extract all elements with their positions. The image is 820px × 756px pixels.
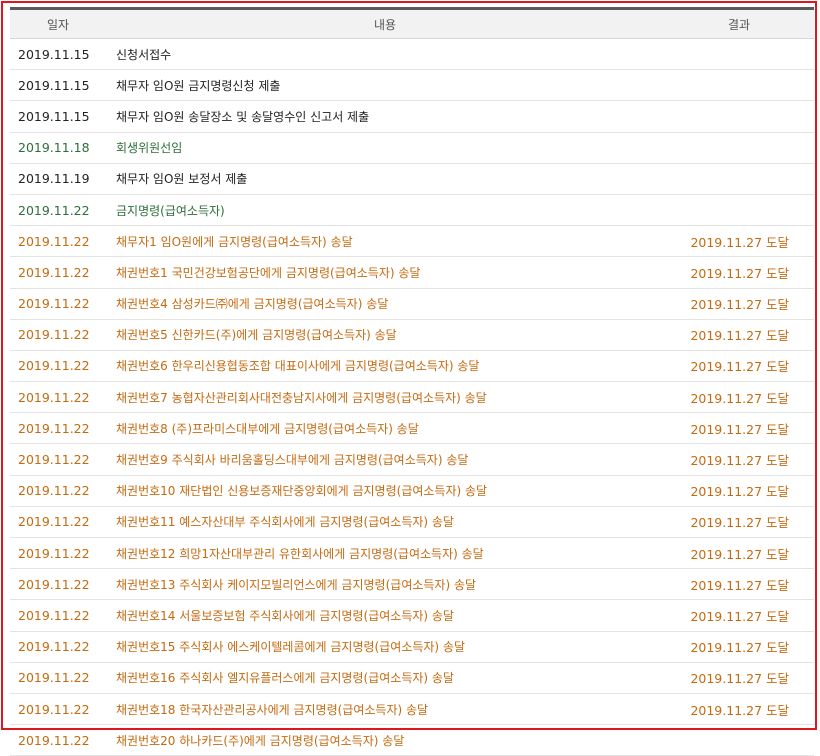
row-result: 2019.11.27 도달 xyxy=(690,640,789,656)
row-date: 2019.11.22 xyxy=(18,296,90,312)
table-row: 2019.11.22 채권번호5 신한카드(주)에게 금지명령(급여소득자) 송달… xyxy=(10,320,814,351)
row-content: 채권번호11 예스자산대부 주식회사에게 금지명령(급여소득자) 송달 xyxy=(116,515,454,530)
row-result: 2019.11.27 도달 xyxy=(690,702,789,718)
row-date: 2019.11.18 xyxy=(18,140,90,156)
table-row: 2019.11.22 채권번호16 주식회사 엘지유플러스에게 금지명령(급여소득… xyxy=(10,663,814,694)
row-date: 2019.11.22 xyxy=(18,327,90,343)
table-row: 2019.11.15 채무자 임O원 금지명령신청 제출 xyxy=(10,70,814,102)
row-content: 채권번호9 주식회사 바리움홀딩스대부에게 금지명령(급여소득자) 송달 xyxy=(116,453,469,468)
table-row: 2019.11.22 채권번호11 예스자산대부 주식회사에게 금지명령(급여소득… xyxy=(10,507,814,538)
row-result: 2019.11.27 도달 xyxy=(690,484,789,500)
row-content: 금지명령(급여소득자) xyxy=(116,203,225,218)
row-content: 채권번호12 희망1자산대부관리 유한회사에게 금지명령(급여소득자) 송달 xyxy=(116,546,484,561)
row-date: 2019.11.22 xyxy=(18,607,90,623)
table-row: 2019.11.15 신청서접수 xyxy=(10,39,814,71)
table-row: 2019.11.22 채권번호20 하나카드(주)에게 금지명령(급여소득자) 송… xyxy=(10,725,814,756)
row-content: 채권번호14 서울보증보험 주식회사에게 금지명령(급여소득자) 송달 xyxy=(116,608,454,623)
table-row: 2019.11.22 금지명령(급여소득자) xyxy=(10,195,814,227)
table-row: 2019.11.22 채권번호12 희망1자산대부관리 유한회사에게 금지명령(급… xyxy=(10,538,814,570)
table-row: 2019.11.22 채권번호6 한우리신용협동조합 대표이사에게 금지명령(급여… xyxy=(10,351,814,383)
row-result: 2019.11.27 도달 xyxy=(690,234,789,250)
row-content: 채무자 임O원 금지명령신청 제출 xyxy=(116,78,281,93)
row-content: 채권번호15 주식회사 에스케이텔레콤에게 금지명령(급여소득자) 송달 xyxy=(116,640,466,655)
table-row: 2019.11.22 채권번호9 주식회사 바리움홀딩스대부에게 금지명령(급여소… xyxy=(10,444,814,476)
row-content: 채권번호8 (주)프라미스대부에게 금지명령(급여소득자) 송달 xyxy=(116,421,419,436)
row-date: 2019.11.22 xyxy=(18,420,90,436)
table-row: 2019.11.22 채무자1 임O원에게 금지명령(급여소득자) 송달 2019.… xyxy=(10,226,814,258)
row-date: 2019.11.22 xyxy=(18,670,90,686)
row-content: 채무자 임O원 송달장소 및 송달영수인 신고서 제출 xyxy=(116,109,370,124)
row-content: 채권번호20 하나카드(주)에게 금지명령(급여소득자) 송달 xyxy=(116,733,405,748)
row-content: 채권번호16 주식회사 엘지유플러스에게 금지명령(급여소득자) 송달 xyxy=(116,671,454,686)
table-row: 2019.11.18 회생위원선임 xyxy=(10,133,814,164)
row-result: 2019.11.27 도달 xyxy=(690,515,789,531)
row-content: 채무자1 임O원에게 금지명령(급여소득자) 송달 xyxy=(116,234,353,249)
row-content: 채권번호1 국민건강보험공단에게 금지명령(급여소득자) 송달 xyxy=(116,265,421,280)
row-content: 채권번호7 농협자산관리회사대전충남지사에게 금지명령(급여소득자) 송달 xyxy=(116,390,487,405)
table-row: 2019.11.22 채권번호1 국민건강보험공단에게 금지명령(급여소득자) 송… xyxy=(10,257,814,289)
table-row: 2019.11.15 채무자 임O원 송달장소 및 송달영수인 신고서 제출 xyxy=(10,101,814,133)
row-date: 2019.11.15 xyxy=(18,46,90,62)
row-date: 2019.11.22 xyxy=(18,358,90,374)
row-date: 2019.11.19 xyxy=(18,171,90,187)
table-row: 2019.11.22 채권번호15 주식회사 에스케이텔레콤에게 금지명령(급여소… xyxy=(10,632,814,663)
row-result: 2019.11.27 도달 xyxy=(690,265,789,281)
row-date: 2019.11.22 xyxy=(18,732,90,748)
row-date: 2019.11.22 xyxy=(18,639,90,655)
row-result: 2019.11.27 도달 xyxy=(690,546,789,562)
table-row: 2019.11.22 채권번호10 재단법인 신용보증재단중앙회에게 금지명령(급… xyxy=(10,476,814,507)
row-result: 2019.11.27 도달 xyxy=(690,328,789,344)
row-content: 회생위원선임 xyxy=(116,141,183,156)
row-date: 2019.11.22 xyxy=(18,389,90,405)
row-result: 2019.11.27 도달 xyxy=(690,297,789,313)
row-result: 2019.11.27 도달 xyxy=(690,577,789,593)
row-content: 신청서접수 xyxy=(116,47,172,62)
row-result: 2019.11.27 도달 xyxy=(690,421,789,437)
row-result: 2019.11.27 도달 xyxy=(690,671,789,687)
table-row: 2019.11.22 채권번호14 서울보증보험 주식회사에게 금지명령(급여소득… xyxy=(10,600,814,632)
row-content: 채권번호13 주식회사 케이지모빌리언스에게 금지명령(급여소득자) 송달 xyxy=(116,577,477,592)
highlight-frame: 일자 내용 결과 2019.11.15 신청서접수 2019.11.15 채무자 임O… xyxy=(1,1,817,756)
row-date: 2019.11.22 xyxy=(18,233,90,249)
header-date: 일자 xyxy=(46,17,70,32)
row-date: 2019.11.22 xyxy=(18,264,90,280)
table-header: 일자 내용 결과 xyxy=(10,10,814,39)
row-result: 2019.11.27 도달 xyxy=(690,359,789,375)
row-date: 2019.11.22 xyxy=(18,452,90,468)
case-history-table: 일자 내용 결과 2019.11.15 신청서접수 2019.11.15 채무자 임O… xyxy=(10,7,814,756)
header-content: 내용 xyxy=(373,17,397,32)
row-content: 채권번호18 한국자산관리공사에게 금지명령(급여소득자) 송달 xyxy=(116,702,429,717)
row-result: 2019.11.27 도달 xyxy=(690,453,789,469)
row-date: 2019.11.22 xyxy=(18,483,90,499)
row-content: 채권번호6 한우리신용협동조합 대표이사에게 금지명령(급여소득자) 송달 xyxy=(116,359,480,374)
row-result: 2019.11.27 도달 xyxy=(690,390,789,406)
row-date: 2019.11.15 xyxy=(18,108,90,124)
table-row: 2019.11.22 채권번호7 농협자산관리회사대전충남지사에게 금지명령(급여… xyxy=(10,382,814,414)
table-row: 2019.11.19 채무자 임O원 보정서 제출 xyxy=(10,164,814,195)
row-content: 채권번호10 재단법인 신용보증재단중앙회에게 금지명령(급여소득자) 송달 xyxy=(116,484,488,499)
table-row: 2019.11.22 채권번호13 주식회사 케이지모빌리언스에게 금지명령(급여… xyxy=(10,569,814,601)
header-result: 결과 xyxy=(727,17,751,32)
table-row: 2019.11.22 채권번호18 한국자산관리공사에게 금지명령(급여소득자) … xyxy=(10,694,814,726)
row-date: 2019.11.22 xyxy=(18,545,90,561)
row-date: 2019.11.22 xyxy=(18,202,90,218)
row-date: 2019.11.22 xyxy=(18,576,90,592)
table-body: 2019.11.15 신청서접수 2019.11.15 채무자 임O원 금지명령신청 … xyxy=(10,39,814,756)
row-content: 채권번호5 신한카드(주)에게 금지명령(급여소득자) 송달 xyxy=(116,328,397,343)
table-row: 2019.11.22 채권번호4 삼성카드㈜에게 금지명령(급여소득자) 송달 20… xyxy=(10,289,814,320)
row-content: 채무자 임O원 보정서 제출 xyxy=(116,172,248,187)
table-row: 2019.11.22 채권번호8 (주)프라미스대부에게 금지명령(급여소득자) … xyxy=(10,413,814,445)
row-date: 2019.11.22 xyxy=(18,701,90,717)
row-result: 2019.11.27 도달 xyxy=(690,608,789,624)
row-content: 채권번호4 삼성카드㈜에게 금지명령(급여소득자) 송달 xyxy=(116,297,389,312)
row-date: 2019.11.22 xyxy=(18,514,90,530)
row-date: 2019.11.15 xyxy=(18,77,90,93)
